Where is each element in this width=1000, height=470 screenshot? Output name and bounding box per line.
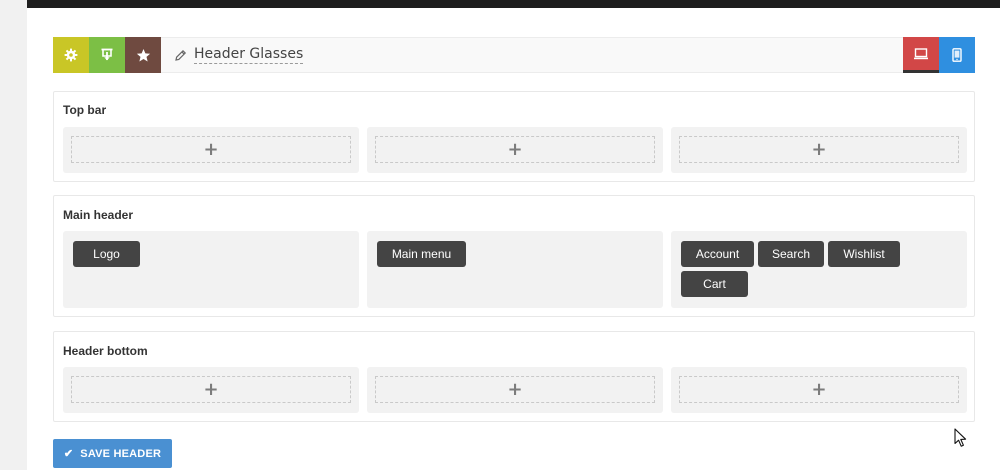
add-element-button[interactable]: + [375,136,655,163]
import-icon [101,48,113,61]
save-header-label: SAVE HEADER [80,447,162,460]
element-account[interactable]: Account [681,241,754,267]
plus-icon: + [507,138,523,160]
zone-center: + [367,367,663,413]
add-element-button[interactable]: + [375,376,655,403]
add-element-button[interactable]: + [71,376,351,403]
star-icon [136,48,150,61]
desktop-view-button[interactable] [903,37,939,73]
row-label: Top bar [63,103,107,117]
mobile-view-button[interactable] [939,37,975,73]
builder-toolbar: Header Glasses [53,37,975,73]
desktop-icon [914,47,928,59]
plus-icon: + [811,138,827,160]
gear-icon [64,48,78,62]
header-title[interactable]: Header Glasses [194,46,304,64]
zone-right: + [671,367,967,413]
add-element-button[interactable]: + [71,136,351,163]
plus-icon: + [203,138,219,160]
element-logo[interactable]: Logo [73,241,140,267]
zone-right: + [671,127,967,173]
element-main-menu[interactable]: Main menu [377,241,466,267]
plus-icon: + [811,378,827,400]
element-wishlist[interactable]: Wishlist [828,241,900,267]
row-header-bottom: Header bottom + + + [53,331,975,422]
preset-button[interactable] [125,37,161,73]
header-title-wrap: Header Glasses [174,38,304,72]
save-header-button[interactable]: ✔ SAVE HEADER [53,439,172,468]
row-top-bar: Top bar + + + [53,91,975,182]
element-search[interactable]: Search [758,241,824,267]
row-label: Header bottom [63,344,148,358]
add-element-button[interactable]: + [679,376,959,403]
import-button[interactable] [89,37,125,73]
settings-button[interactable] [53,37,89,73]
mouse-cursor-icon [954,428,967,447]
add-element-button[interactable]: + [679,136,959,163]
zone-left: + [63,367,359,413]
zone-left: Logo [63,231,359,308]
zone-center: Main menu [367,231,663,308]
zone-left: + [63,127,359,173]
top-strip [27,0,1000,8]
row-label: Main header [63,208,134,222]
plus-icon: + [507,378,523,400]
plus-icon: + [203,378,219,400]
mobile-icon [952,48,962,62]
zone-right: Account Search Wishlist Cart [671,231,967,308]
row-main-header: Main header Logo Main menu Account Searc… [53,195,975,317]
check-icon: ✔ [63,448,74,460]
element-cart[interactable]: Cart [681,271,748,297]
zone-center: + [367,127,663,173]
pencil-icon [174,49,187,62]
